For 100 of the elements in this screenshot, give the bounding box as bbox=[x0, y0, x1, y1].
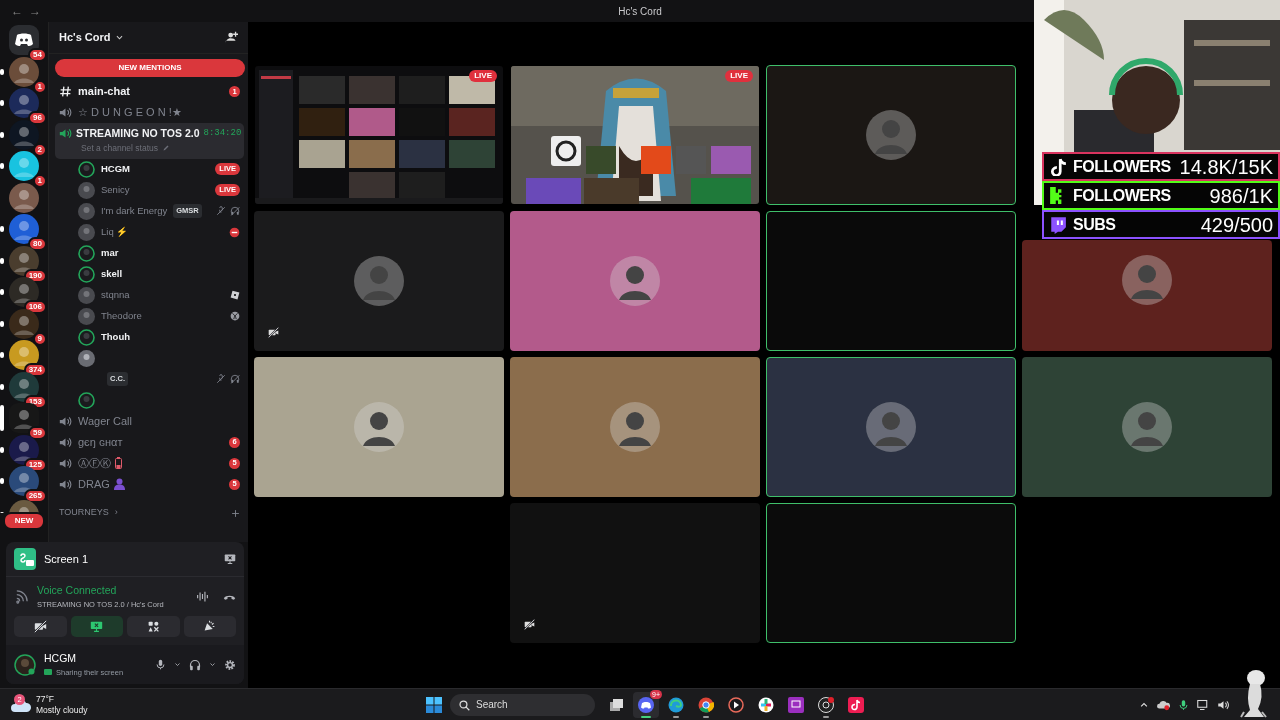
music-note-icon bbox=[848, 696, 864, 713]
running-indicator bbox=[641, 715, 651, 718]
browser-icon bbox=[698, 696, 714, 713]
microphone-icon[interactable] bbox=[155, 659, 166, 670]
cloud-sync-icon[interactable] bbox=[1157, 698, 1170, 711]
participant-tile[interactable] bbox=[254, 357, 504, 497]
participant-tile[interactable] bbox=[1022, 357, 1272, 497]
live-badge: LIVE bbox=[469, 70, 497, 82]
member-name[interactable]: I'm dark Energy bbox=[101, 203, 168, 219]
stream-app-icon bbox=[14, 548, 36, 570]
member-name[interactable]: Liq ⚡ bbox=[101, 224, 129, 240]
monitor-app-icon bbox=[788, 696, 804, 713]
back-button[interactable]: ← bbox=[8, 2, 26, 20]
avatar bbox=[866, 402, 916, 452]
participant-tile[interactable] bbox=[766, 503, 1016, 643]
participant-tile[interactable] bbox=[766, 211, 1016, 351]
control-button[interactable] bbox=[70, 616, 123, 637]
avatar bbox=[354, 256, 404, 306]
avatar bbox=[354, 402, 404, 452]
deafened-icon bbox=[230, 374, 240, 384]
control-button[interactable] bbox=[183, 616, 236, 637]
settings-icon[interactable] bbox=[224, 658, 236, 671]
add-user-icon[interactable] bbox=[225, 31, 238, 44]
new-mentions-button[interactable]: NEW MENTIONS bbox=[55, 59, 245, 77]
voice-channel-name[interactable]: DRAG bbox=[78, 475, 110, 493]
control-button[interactable] bbox=[14, 616, 67, 637]
chevron-down-icon bbox=[114, 33, 124, 42]
forward-button[interactable]: → bbox=[26, 2, 44, 20]
battery-icon bbox=[115, 457, 122, 469]
avatar bbox=[1122, 402, 1172, 452]
play-icon bbox=[728, 696, 744, 713]
headphones-icon[interactable] bbox=[189, 658, 201, 671]
pencil-icon bbox=[162, 144, 171, 153]
participant-tile[interactable] bbox=[766, 357, 1016, 497]
search-field[interactable]: Search bbox=[450, 693, 595, 716]
xbox-controller-icon bbox=[230, 311, 240, 321]
task-view-icon bbox=[608, 696, 624, 713]
volume-icon[interactable] bbox=[1217, 698, 1230, 711]
server-icon[interactable] bbox=[0, 56, 39, 87]
chevron-down-icon[interactable] bbox=[209, 661, 216, 668]
muted-mic-icon bbox=[216, 206, 226, 216]
member-name[interactable]: Theodore bbox=[101, 308, 142, 324]
control-button[interactable] bbox=[127, 616, 180, 637]
call-timer: 8:34:20 bbox=[203, 127, 242, 141]
stat-value: 14.8K/15K bbox=[1179, 156, 1273, 177]
server-name[interactable]: Hc's Cord bbox=[59, 29, 124, 46]
voice-channel-name[interactable]: gєŋ ɢнαт bbox=[78, 433, 123, 451]
activities-icon bbox=[146, 620, 160, 633]
running-indicator bbox=[703, 715, 709, 718]
chevron-down-icon[interactable] bbox=[174, 661, 181, 668]
speaker-icon bbox=[59, 435, 72, 449]
weather-condition: Mostly cloudy bbox=[36, 704, 88, 715]
browser-icon bbox=[668, 696, 684, 713]
stat-label: SUBS bbox=[1073, 216, 1116, 233]
participant-tile[interactable] bbox=[510, 357, 760, 497]
member-name[interactable]: HCGM bbox=[101, 161, 131, 177]
voice-channel-name[interactable]: Wager Call bbox=[78, 412, 132, 430]
microphone-icon[interactable] bbox=[1178, 698, 1189, 711]
screen-share-icon bbox=[90, 620, 104, 633]
stop-stream-icon[interactable] bbox=[224, 553, 236, 565]
avatar bbox=[1122, 255, 1172, 305]
plus-icon[interactable] bbox=[231, 508, 240, 518]
connection-status: Voice Connected bbox=[37, 583, 118, 598]
deafened-icon bbox=[230, 206, 240, 216]
avatar bbox=[610, 402, 660, 452]
speaker-icon bbox=[59, 456, 72, 470]
network-icon[interactable] bbox=[1197, 698, 1209, 711]
camera-off-icon bbox=[33, 620, 47, 633]
member-name[interactable]: stqnna bbox=[101, 287, 130, 303]
channel-name[interactable]: main-chat bbox=[78, 83, 130, 100]
member-name[interactable]: skell bbox=[101, 266, 123, 282]
speech-bubble-icon bbox=[1049, 215, 1067, 234]
sticker-drawing bbox=[1240, 668, 1268, 718]
stat-value: 429/500 bbox=[1200, 214, 1273, 235]
video-tile[interactable]: LIVE bbox=[510, 65, 760, 205]
participant-tile[interactable] bbox=[254, 211, 504, 351]
server-icon[interactable] bbox=[0, 308, 39, 339]
participant-tile[interactable] bbox=[510, 503, 760, 643]
speaker-icon bbox=[59, 414, 72, 428]
active-voice-channel[interactable]: STREAMING NO TOS 2.0 8:34:20 Set a channel status bbox=[55, 123, 244, 159]
channel-status-prompt[interactable]: Set a channel status bbox=[81, 141, 159, 155]
participant-tile[interactable] bbox=[1022, 240, 1272, 351]
start-menu-icon[interactable] bbox=[426, 696, 442, 713]
video-tile[interactable]: LIVE bbox=[254, 65, 504, 205]
voice-channel-name[interactable]: ⒶⒻⓀ bbox=[78, 454, 111, 472]
member-name[interactable]: mar bbox=[101, 245, 119, 261]
avatar[interactable] bbox=[14, 653, 36, 676]
hash-icon bbox=[59, 85, 72, 98]
noise-suppression-icon[interactable] bbox=[196, 590, 209, 603]
avatar bbox=[610, 256, 660, 306]
member-name[interactable]: Thouh bbox=[101, 329, 130, 345]
voice-channel-name[interactable]: ☆ D U N G E O N !★ bbox=[78, 104, 182, 121]
chat-app-icon bbox=[638, 696, 654, 713]
server-icon[interactable] bbox=[0, 119, 39, 150]
participant-tile[interactable] bbox=[766, 65, 1016, 205]
muted-mic-icon bbox=[216, 374, 226, 384]
server-icon[interactable] bbox=[0, 151, 39, 181]
member-name[interactable]: Senicy bbox=[101, 182, 130, 198]
participant-tile[interactable] bbox=[510, 211, 760, 351]
category-name[interactable]: TOURNEYS bbox=[59, 506, 109, 520]
